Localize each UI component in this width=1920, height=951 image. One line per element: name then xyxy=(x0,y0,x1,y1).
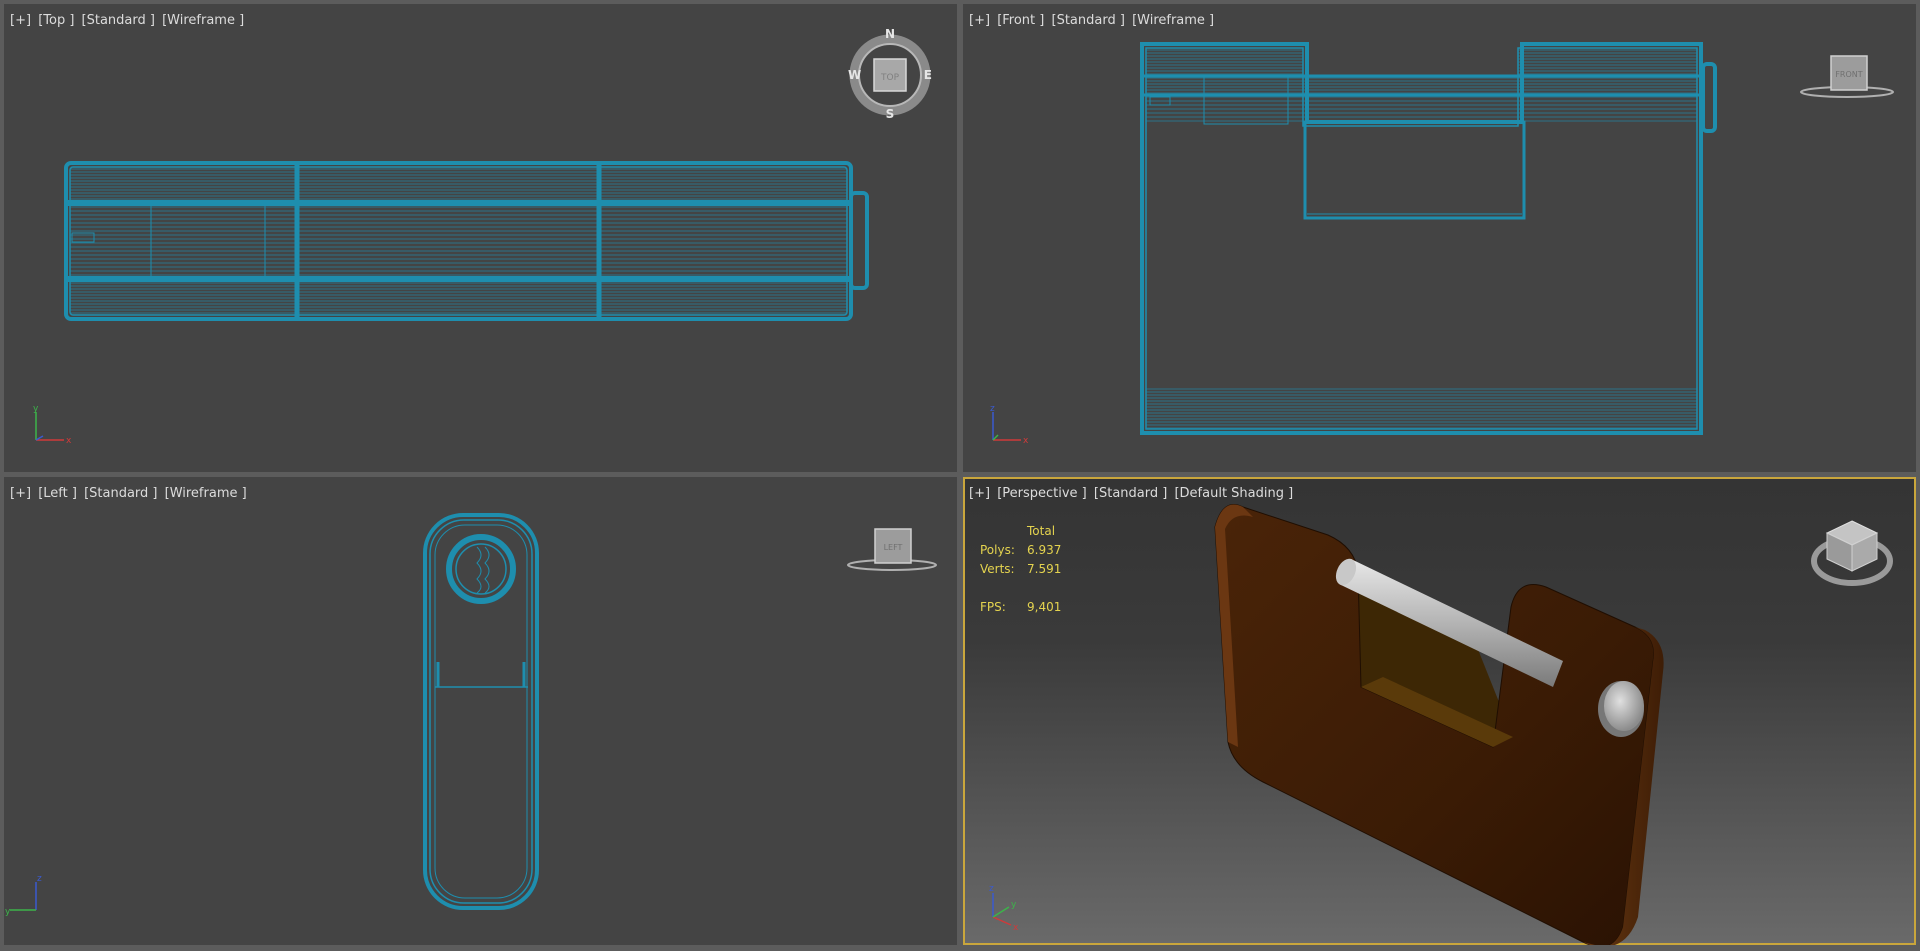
axis-tripod-perspective: z x y xyxy=(989,884,1019,933)
viewport-perspective[interactable]: [+] [Perspective ] [Standard ] [Default … xyxy=(963,477,1916,945)
padlock-wireframe-top xyxy=(64,161,869,321)
axis-label-h: y xyxy=(5,907,11,917)
axis-label-h: x xyxy=(1013,923,1019,933)
viewcube-compass[interactable]: TOP N S E W xyxy=(846,24,934,120)
axis-tripod-left: z y xyxy=(5,874,42,917)
axis-label-v: z xyxy=(990,404,995,414)
viewcube-front-label: FRONT xyxy=(1835,70,1862,79)
viewcube-left-label: LEFT xyxy=(884,543,903,552)
compass-e: E xyxy=(924,68,932,82)
axis-label-h: x xyxy=(66,436,72,446)
axis-label-v: z xyxy=(989,884,994,894)
viewport-front[interactable]: [+] [Front ] [Standard ] [Wireframe ] z … xyxy=(963,4,1916,472)
viewcube-left[interactable]: LEFT xyxy=(842,525,940,579)
axis-label-v: y xyxy=(33,404,39,414)
viewcube-perspective[interactable] xyxy=(1807,511,1897,593)
axis-tripod-top: y x xyxy=(33,404,72,446)
axis-label-d: y xyxy=(1011,900,1017,910)
viewport-top[interactable]: [+] [Top ] [Standard ] [Wireframe ] y x … xyxy=(4,4,957,472)
padlock-wireframe-left xyxy=(423,513,539,910)
padlock-3d-model xyxy=(1214,504,1664,945)
padlock-wireframe-front xyxy=(1140,42,1717,435)
axis-tripod-front: z x xyxy=(990,404,1029,446)
axis-label-h: x xyxy=(1023,436,1029,446)
compass-n: N xyxy=(885,27,895,41)
viewport-left[interactable]: [+] [Left ] [Standard ] [Wireframe ] z y… xyxy=(4,477,957,945)
compass-w: W xyxy=(848,68,861,82)
compass-s: S xyxy=(886,107,895,120)
axis-label-v: z xyxy=(37,874,42,884)
viewcube-front[interactable]: FRONT xyxy=(1797,48,1897,102)
viewcube-top-label: TOP xyxy=(880,73,900,83)
